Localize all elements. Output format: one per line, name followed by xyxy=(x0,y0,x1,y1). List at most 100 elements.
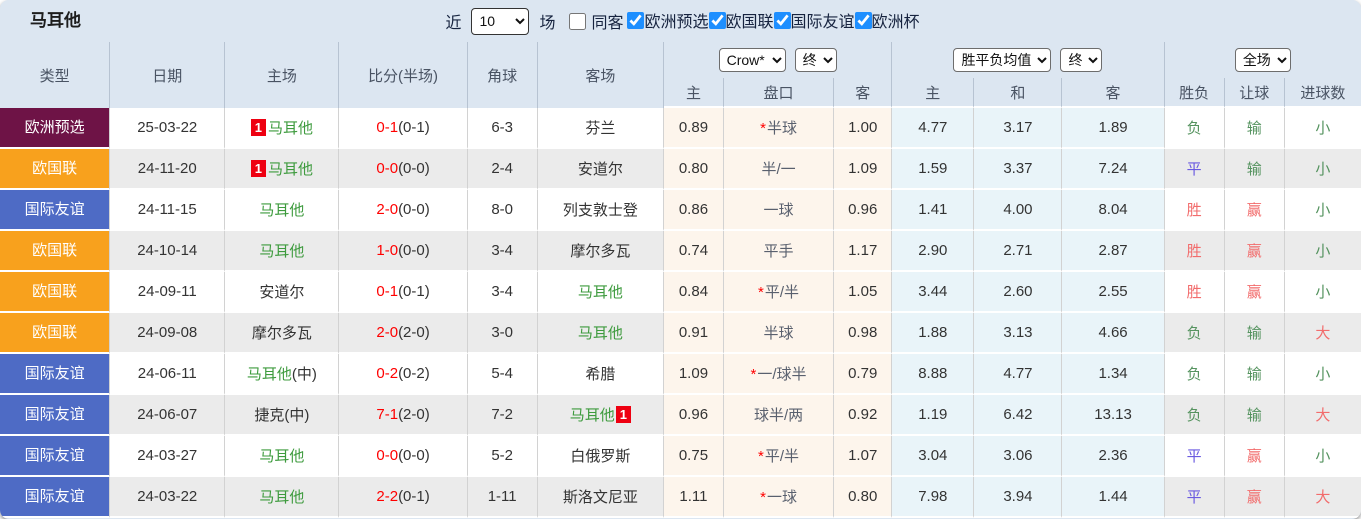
subcol-euro-draw: 和 xyxy=(974,78,1063,108)
competition-checkbox[interactable] xyxy=(773,11,791,29)
full-time-score: 1-0 xyxy=(376,242,399,259)
match-score: 0-0(0-0) xyxy=(339,436,468,477)
asian-away-odds: 1.05 xyxy=(834,272,893,313)
asian-handicap: 半/一 xyxy=(723,149,835,190)
competition-label: 国际友谊 xyxy=(790,14,855,32)
competition-type-badge: 国际友谊 xyxy=(0,190,111,231)
competition-checkbox[interactable] xyxy=(854,11,872,29)
asian-away-odds: 1.09 xyxy=(834,149,893,190)
euro-away-odds: 1.34 xyxy=(1062,354,1165,395)
asian-home-odds: 1.11 xyxy=(663,477,724,518)
asian-home-odds: 0.86 xyxy=(663,190,724,231)
win-lose-result: 负 xyxy=(1164,313,1225,354)
asian-odds-time-select[interactable]: 终 xyxy=(794,48,837,72)
euro-home-odds: 2.90 xyxy=(892,231,975,272)
asian-home-odds: 0.96 xyxy=(663,395,724,436)
away-team-name[interactable]: 白俄罗斯 xyxy=(570,448,630,465)
home-team-name[interactable]: 马耳他 xyxy=(247,366,292,383)
home-team-cell: 安道尔 xyxy=(225,272,340,313)
home-rank-badge: 1 xyxy=(250,119,266,136)
home-team-name[interactable]: 马耳他 xyxy=(259,243,304,260)
competition-filter-1[interactable]: 欧国联 xyxy=(708,8,774,32)
match-row: 欧国联 24-11-20 1 马耳他 0-0(0-0) 2-4 安道尔 0.80 … xyxy=(0,149,1361,190)
away-team-name[interactable]: 马耳他 xyxy=(578,284,623,301)
home-team-cell: 摩尔多瓦 xyxy=(225,313,340,354)
match-date: 24-10-14 xyxy=(110,231,226,272)
same-away-checkbox[interactable] xyxy=(569,12,587,30)
match-row: 国际友谊 24-06-11 马耳他(中) 0-2(0-2) 5-4 希腊 1.0… xyxy=(0,354,1361,395)
goals-result: 小 xyxy=(1284,149,1361,190)
home-team-name[interactable]: 安道尔 xyxy=(259,284,304,301)
result-scope-select[interactable]: 全场 xyxy=(1234,48,1291,72)
away-team-name[interactable]: 芬兰 xyxy=(585,120,615,137)
home-team-name[interactable]: 马耳他 xyxy=(268,120,313,137)
match-date: 24-06-07 xyxy=(110,395,226,436)
asian-handicap: *平/半 xyxy=(723,272,835,313)
competition-checkbox[interactable] xyxy=(627,11,645,29)
euro-draw-odds: 3.13 xyxy=(974,313,1063,354)
euro-draw-odds: 3.17 xyxy=(974,108,1063,149)
away-team-name[interactable]: 斯洛文尼亚 xyxy=(563,489,638,506)
away-team-cell: 马耳他 xyxy=(537,272,664,313)
half-time-score: (0-1) xyxy=(398,488,430,505)
goals-result: 小 xyxy=(1284,190,1361,231)
corner-count: 5-2 xyxy=(467,436,538,477)
euro-home-odds: 1.59 xyxy=(892,149,975,190)
handicap-text: 平手 xyxy=(763,243,794,260)
goals-result: 大 xyxy=(1284,313,1361,354)
euro-home-odds: 3.44 xyxy=(892,272,975,313)
competition-filter-0[interactable]: 欧洲预选 xyxy=(627,8,709,32)
home-team-name[interactable]: 马耳他 xyxy=(259,202,304,219)
away-team-name[interactable]: 安道尔 xyxy=(578,161,623,178)
away-team-name[interactable]: 列支敦士登 xyxy=(563,202,638,219)
col-header-type: 类型 xyxy=(0,42,111,108)
col-header-date: 日期 xyxy=(110,42,226,108)
away-team-name[interactable]: 马耳他 xyxy=(570,407,615,424)
half-time-score: (2-0) xyxy=(398,324,430,341)
win-lose-result: 平 xyxy=(1164,149,1225,190)
home-team-name[interactable]: 马耳他 xyxy=(268,161,313,178)
home-rank-badge: 1 xyxy=(250,160,266,177)
euro-away-odds: 2.36 xyxy=(1062,436,1165,477)
full-time-score: 7-1 xyxy=(376,406,399,423)
away-team-name[interactable]: 马耳他 xyxy=(578,325,623,342)
away-team-cell: 白俄罗斯 xyxy=(537,436,664,477)
recent-count-select[interactable]: 10 xyxy=(471,7,530,35)
subcol-asian-away: 客 xyxy=(834,78,893,108)
home-team-cell: 马耳他 xyxy=(225,477,340,518)
competition-checkbox[interactable] xyxy=(708,11,726,29)
col-header-corner: 角球 xyxy=(467,42,538,108)
same-away-filter[interactable]: 同客 xyxy=(569,9,623,33)
match-score: 0-1(0-1) xyxy=(339,108,468,149)
asian-odds-company-select[interactable]: Crow* xyxy=(718,48,786,72)
goals-result: 小 xyxy=(1284,108,1361,149)
away-team-name[interactable]: 摩尔多瓦 xyxy=(570,243,630,260)
handicap-star-icon: * xyxy=(750,366,757,383)
competition-filter-2[interactable]: 国际友谊 xyxy=(773,8,855,32)
handicap-text: 半/一 xyxy=(761,161,796,178)
home-team-name[interactable]: 摩尔多瓦 xyxy=(252,325,312,342)
euro-odds-company-select[interactable]: 胜平负均值 xyxy=(953,48,1052,72)
competition-label: 欧洲杯 xyxy=(871,14,920,32)
asian-handicap: *半球 xyxy=(723,108,835,149)
euro-draw-odds: 4.00 xyxy=(974,190,1063,231)
away-team-name[interactable]: 希腊 xyxy=(585,366,615,383)
home-team-name[interactable]: 马耳他 xyxy=(259,448,304,465)
competition-filter-3[interactable]: 欧洲杯 xyxy=(854,8,920,32)
goals-result: 小 xyxy=(1284,354,1361,395)
match-score: 0-2(0-2) xyxy=(339,354,468,395)
match-row: 欧国联 24-09-08 摩尔多瓦 2-0(2-0) 3-0 马耳他 0.91 … xyxy=(0,313,1361,354)
corner-count: 7-2 xyxy=(467,395,538,436)
away-team-cell: 摩尔多瓦 xyxy=(537,231,664,272)
handicap-result: 输 xyxy=(1224,108,1285,149)
home-team-name[interactable]: 马耳他 xyxy=(259,489,304,506)
home-team-suffix: (中) xyxy=(284,407,310,424)
full-time-score: 2-2 xyxy=(376,488,399,505)
euro-odds-time-select[interactable]: 终 xyxy=(1060,48,1103,72)
euro-home-odds: 8.88 xyxy=(892,354,975,395)
asian-handicap: *一/球半 xyxy=(723,354,835,395)
home-team-name[interactable]: 捷克 xyxy=(254,407,284,424)
match-score: 2-0(2-0) xyxy=(339,313,468,354)
asian-away-odds: 0.79 xyxy=(834,354,893,395)
handicap-result: 输 xyxy=(1224,313,1285,354)
